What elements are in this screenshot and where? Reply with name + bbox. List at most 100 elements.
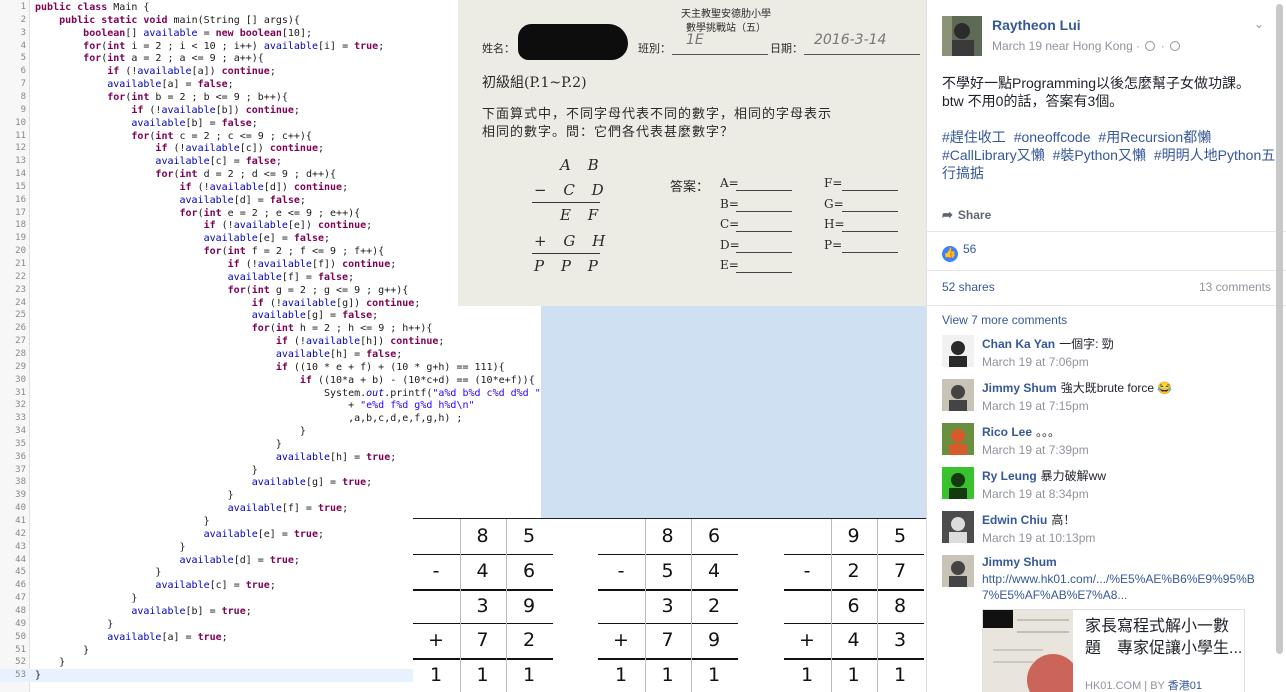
table-cell: 7: [476, 629, 489, 652]
line-number: 37: [15, 464, 26, 475]
line-number: 45: [15, 567, 26, 578]
table-divider: [830, 519, 832, 692]
table-cell: 5: [661, 559, 674, 582]
chevron-down-icon[interactable]: ⌄: [1254, 17, 1264, 31]
like-count[interactable]: 👍 56: [942, 242, 976, 262]
comment-time[interactable]: March 19 at 7:06pm: [982, 355, 1089, 369]
answer-blank: C=: [720, 217, 740, 231]
commenter-avatar[interactable]: [942, 423, 974, 455]
line-number: 34: [15, 426, 26, 437]
post-author[interactable]: Raytheon Lui: [992, 17, 1081, 33]
scrollbar[interactable]: [1276, 4, 1283, 654]
commenter-name[interactable]: Chan Ka Yan 一個字: 勁: [982, 335, 1114, 352]
code-line: 29 if ((10 * e + f) + (10 * g+h) == 111)…: [0, 361, 541, 374]
answer-underline: [736, 272, 792, 273]
table-cell: 5: [893, 525, 907, 547]
link-preview-thumbnail: [983, 610, 1073, 692]
view-more-comments[interactable]: View 7 more comments: [942, 313, 1067, 327]
line-text: if (!available[a]) continue;: [107, 66, 276, 78]
post-photo[interactable]: 1 public class Main {2 public static void…: [0, 0, 926, 692]
comment-text: 。。。: [1036, 425, 1061, 439]
line-text: for(int h = 2 ; h <= 9 ; h++){: [251, 323, 433, 335]
hashtag-link[interactable]: #趕住收工: [942, 129, 1006, 145]
table-cell: 4: [847, 629, 860, 652]
class-label: 班別：: [638, 42, 671, 55]
share-button[interactable]: ➦ Share: [942, 207, 991, 223]
post-time-location[interactable]: March 19 near Hong Kong ·: [992, 39, 1140, 53]
link-preview-title[interactable]: 家長寫程式解小一數題 專家促讓小學生...: [1085, 616, 1243, 660]
line-number: 20: [15, 246, 26, 257]
table-rule: [784, 553, 924, 555]
line-text: ,a,b,c,d,e,f,g,h) ;: [35, 413, 463, 425]
commenter-avatar[interactable]: [942, 379, 974, 411]
line-number: 51: [15, 644, 26, 655]
commenter-avatar[interactable]: [942, 555, 974, 587]
commenter-name[interactable]: Jimmy Shum 強大既brute force 😂: [982, 379, 1172, 396]
table-cell: [413, 589, 459, 624]
table-cell: 1: [893, 664, 907, 687]
globe-icon[interactable]: [1170, 41, 1181, 51]
table-rule: [598, 623, 738, 625]
line-text: available[a] = true;: [107, 631, 228, 643]
line-text: }: [35, 541, 186, 553]
line-number: 31: [15, 387, 26, 398]
line-number: 2: [20, 14, 26, 25]
line-number: 41: [15, 516, 26, 526]
commenter-name[interactable]: Rico Lee。。。: [982, 423, 1060, 440]
comment-time[interactable]: March 19 at 10:13pm: [982, 531, 1095, 545]
code-line: 32 + "e%d f%d g%d h%d\n": [0, 399, 541, 412]
line-number: 15: [15, 181, 26, 192]
line-text: available[g] = false;: [251, 310, 379, 322]
comment-time[interactable]: March 19 at 8:34pm: [982, 487, 1089, 501]
line-number: 1: [20, 2, 26, 12]
post-text: 不學好一點Programming以後怎麼幫子女做功課。 btw 不用0的話，答案…: [942, 75, 1251, 109]
table-cell: 3: [661, 594, 674, 617]
share-count[interactable]: 52 shares: [942, 280, 995, 294]
line-text: boolean[] available = new boolean[10];: [83, 27, 312, 39]
table-cell: 1: [661, 664, 674, 687]
line-number: 43: [15, 541, 26, 552]
table-cell: 7: [661, 629, 674, 652]
line-text: }: [35, 516, 210, 527]
line-text: }: [35, 426, 306, 438]
table-rule: [598, 588, 738, 591]
hashtag-link[interactable]: #裝Python又懶: [1053, 147, 1146, 163]
table-rule: [598, 658, 738, 661]
hashtag-link[interactable]: #用Recursion都懶: [1098, 129, 1211, 145]
table-cell: 1: [476, 664, 489, 687]
line-text: if (!available[h]) continue;: [275, 336, 445, 348]
commenter-avatar[interactable]: [942, 335, 974, 367]
table-divider: [506, 519, 507, 692]
comment-time[interactable]: March 19 at 7:39pm: [982, 443, 1089, 457]
line-text: available[d] = false;: [179, 194, 306, 206]
answer-blank: D=: [720, 237, 740, 252]
link-preview-source-link[interactable]: 香港01: [1168, 680, 1202, 692]
code-line: 33 ,a,b,c,d,e,f,g,h) ;: [0, 412, 541, 425]
table-cell: 6: [522, 559, 536, 582]
table-divider: [691, 519, 692, 692]
commenter-avatar[interactable]: [942, 467, 974, 499]
line-number: 3: [20, 27, 26, 38]
code-line: 36 available[h] = true;: [0, 451, 541, 464]
commenter-name[interactable]: Edwin Chiu 高！: [982, 511, 1075, 528]
comment-link[interactable]: http://www.hk01.com/.../%E5%AE%B6%E9%95%…: [982, 571, 1262, 603]
table-cell: 2: [522, 629, 536, 652]
line-text: public class Main {: [35, 2, 150, 13]
line-number: 12: [15, 143, 26, 154]
hashtag-link[interactable]: #oneoffcode: [1014, 129, 1091, 145]
comment-count[interactable]: 13 comments: [1199, 280, 1271, 294]
table-cell: +: [799, 629, 815, 652]
line-text: }: [35, 657, 66, 669]
commenter-avatar[interactable]: [942, 511, 974, 543]
table-divider: [877, 519, 878, 692]
commenter-name[interactable]: Ry Leung 暴力破解ww: [982, 467, 1106, 484]
table-cell: 1: [429, 664, 443, 687]
link-preview[interactable]: 家長寫程式解小一數題 專家促讓小學生... HK01.COM | BY 香港01: [982, 609, 1245, 692]
hashtag-link[interactable]: #CallLibrary又懶: [942, 147, 1045, 163]
comment-time[interactable]: March 19 at 7:15pm: [982, 399, 1089, 413]
table-rule: [413, 553, 553, 555]
comment-text: 高！: [1051, 513, 1076, 527]
code-line: 40 available[f] = true;: [0, 502, 541, 515]
author-avatar[interactable]: [942, 16, 982, 56]
commenter-name[interactable]: Jimmy Shum: [982, 555, 1057, 569]
